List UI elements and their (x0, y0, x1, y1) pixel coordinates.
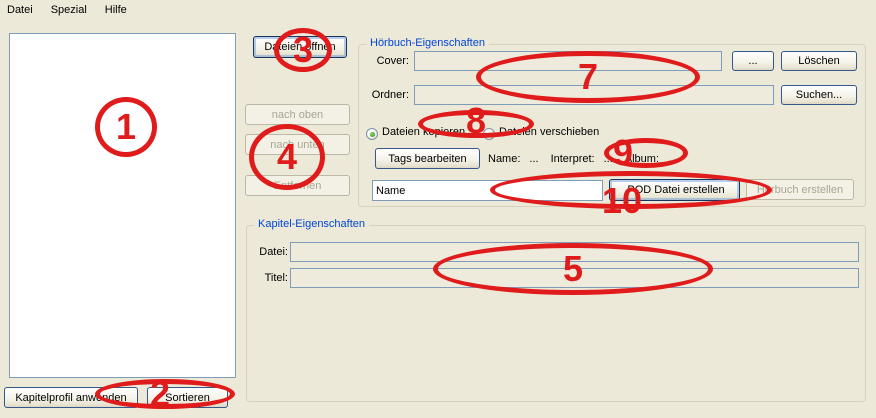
menu-item-datei[interactable]: Datei (7, 2, 42, 19)
folder-search-button[interactable]: Suchen... (781, 85, 857, 105)
tag-artist-label: Interpret: (551, 153, 595, 165)
chapter-properties-group: Kapitel-Eigenschaften Datei: Titel: (246, 225, 866, 402)
move-up-button[interactable]: nach oben (245, 104, 350, 125)
folder-field[interactable] (414, 85, 774, 105)
chapter-title-field[interactable] (290, 268, 859, 288)
cover-delete-button[interactable]: Löschen (781, 51, 857, 71)
chapter-file-field[interactable] (290, 242, 859, 262)
chapter-title-label: Titel: (253, 268, 288, 288)
apply-chapter-profile-button[interactable]: Kapitelprofil anwenden (4, 387, 138, 408)
tag-meta-row: Name: ... Interpret: ... Album: ... (488, 148, 686, 169)
tag-artist-value: ... (604, 153, 613, 165)
menu-item-hilfe[interactable]: Hilfe (105, 2, 136, 19)
tag-album-value: ... (668, 153, 677, 165)
chapter-file-label: Datei: (253, 242, 288, 262)
menu-bar: Datei Spezial Hilfe (0, 0, 876, 21)
tag-name-label: Name: (488, 153, 520, 165)
remove-button[interactable]: Entfernen (245, 175, 350, 196)
cover-browse-button[interactable]: ... (732, 51, 774, 71)
menu-item-spezial[interactable]: Spezial (51, 2, 96, 19)
tag-name-value: ... (529, 153, 538, 165)
chapter-file-list[interactable] (9, 33, 236, 378)
folder-label: Ordner: (369, 85, 409, 105)
copy-files-label: Dateien kopieren (382, 122, 465, 142)
edit-tags-button[interactable]: Tags bearbeiten (375, 148, 480, 169)
cover-label: Cover: (369, 51, 409, 71)
audiobook-properties-title: Hörbuch-Eigenschaften (366, 37, 489, 49)
move-files-radio[interactable] (483, 128, 495, 140)
cover-field[interactable] (414, 51, 722, 71)
move-files-label: Dateien verschieben (499, 122, 599, 142)
copy-files-radio[interactable] (366, 128, 378, 140)
move-down-button[interactable]: nach unten (245, 134, 350, 155)
tag-album-label: Album: (625, 153, 659, 165)
open-files-button[interactable]: Dateien öffnen (253, 36, 347, 58)
create-audiobook-button[interactable]: Hörbuch erstellen (746, 179, 854, 200)
create-pod-file-button[interactable]: .POD Datei erstellen (609, 179, 740, 201)
audiobook-name-input[interactable] (372, 180, 603, 201)
chapter-properties-title: Kapitel-Eigenschaften (254, 218, 369, 230)
audiobook-properties-group: Hörbuch-Eigenschaften Cover: ... Löschen… (358, 44, 866, 207)
sort-button[interactable]: Sortieren (147, 387, 228, 408)
app-window: Datei Spezial Hilfe Kapitelprofil anwend… (0, 0, 876, 418)
